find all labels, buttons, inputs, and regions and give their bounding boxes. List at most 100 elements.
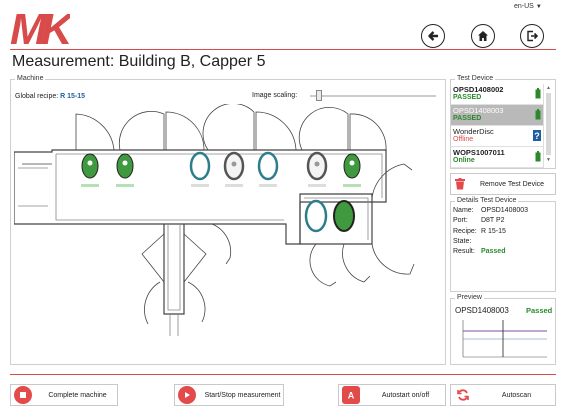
detail-result-value: Passed: [480, 248, 506, 256]
station-passed-3: [343, 153, 361, 179]
test-device-list[interactable]: OPSD1408002 PASSED OPSD1408003 PASSED Wo…: [451, 84, 543, 168]
door-arc: [298, 107, 349, 151]
preview-status: Passed: [526, 306, 553, 315]
exit-icon: [527, 30, 538, 42]
slider-thumb[interactable]: [316, 90, 322, 101]
device-status: Offline: [453, 136, 474, 143]
autoscan-button[interactable]: Autoscan: [450, 384, 556, 406]
svg-text:A: A: [348, 391, 355, 401]
detail-recipe-value: R 15-15: [480, 227, 506, 235]
locale-select[interactable]: en-US ▼: [514, 3, 542, 10]
svg-text:MK: MK: [10, 6, 70, 50]
door-arc: [349, 113, 387, 151]
global-recipe-value: R 15-15: [60, 93, 86, 100]
stop-icon: [14, 386, 32, 404]
detail-port-value: D8T P2: [480, 217, 505, 225]
battery-icon: [535, 109, 541, 120]
remove-test-device-label: Remove Test Device: [479, 180, 545, 188]
question-icon: ?: [533, 130, 541, 141]
machine-diagram: [14, 104, 415, 336]
start-stop-label: Start/Stop measurement: [204, 391, 281, 399]
autoscan-label: Autoscan: [501, 391, 532, 399]
door-arc: [309, 243, 337, 287]
detail-label: Recipe:: [453, 227, 477, 235]
station-active: [333, 200, 355, 232]
door-arc: [255, 111, 297, 151]
door-arc: [118, 110, 165, 151]
details-content: Name: OPSD1408003 Port: D8T P2 Recipe: R…: [453, 206, 528, 257]
home-icon: [478, 31, 488, 41]
test-device-item-selected[interactable]: OPSD1408003 PASSED: [451, 105, 543, 126]
page-title: Measurement: Building B, Capper 5: [12, 53, 266, 70]
machine-legend: Machine: [15, 75, 46, 82]
device-status: PASSED: [453, 94, 482, 101]
battery-icon: [535, 151, 541, 162]
autostart-icon: A: [342, 386, 360, 404]
scroll-up-icon[interactable]: ▲: [544, 84, 553, 92]
door-arc: [371, 163, 413, 199]
test-device-legend: Test Device: [455, 75, 496, 82]
device-status: Online: [453, 157, 475, 164]
station-passed-2: [116, 153, 134, 179]
device-list-scrollbar[interactable]: ▲ ▼: [543, 84, 553, 168]
device-name: OPSD1408003: [453, 106, 504, 115]
detail-label: State:: [453, 237, 472, 245]
autostart-label: Autostart on/off: [381, 391, 430, 399]
home-button[interactable]: [471, 24, 495, 48]
device-status: PASSED: [453, 115, 482, 122]
trash-icon: [451, 178, 469, 190]
station-idle-3: [257, 151, 279, 181]
chevron-down-icon: ▼: [535, 4, 542, 10]
detail-label: Result:: [453, 248, 475, 256]
start-stop-button[interactable]: Start/Stop measurement: [174, 384, 284, 406]
detail-label: Name:: [453, 207, 474, 214]
test-device-item[interactable]: WonderDisc Offline ?: [451, 126, 543, 147]
test-device-item[interactable]: WOPS1007011 Online: [451, 147, 543, 168]
logout-button[interactable]: [520, 24, 544, 48]
preview-device-name: OPSD1408003: [455, 306, 509, 315]
autostart-button[interactable]: A Autostart on/off: [338, 384, 446, 406]
device-name: WonderDisc: [453, 127, 494, 136]
door-arc: [202, 104, 255, 151]
arrow-left-icon: [428, 31, 438, 41]
device-name: WOPS1007011: [453, 148, 505, 157]
back-button[interactable]: [421, 24, 445, 48]
infeed-section: [14, 163, 52, 166]
door-arc: [165, 111, 205, 151]
door-arc: [342, 243, 371, 283]
locale-value: en-US: [514, 3, 534, 10]
door-arc: [371, 243, 415, 275]
complete-machine-button[interactable]: Complete machine: [10, 384, 118, 406]
detail-label: Port:: [453, 217, 468, 225]
image-scaling-slider[interactable]: [310, 95, 436, 97]
preview-legend: Preview: [455, 294, 484, 301]
svg-text:?: ?: [534, 131, 540, 141]
remove-test-device-button[interactable]: Remove Test Device: [450, 173, 556, 195]
scroll-thumb[interactable]: [546, 93, 551, 155]
conveyor: [163, 224, 185, 315]
details-legend: Details Test Device: [455, 197, 519, 204]
footer-divider: [10, 374, 556, 375]
station-idle-5: [304, 199, 328, 233]
battery-icon: [535, 88, 541, 99]
scroll-down-icon[interactable]: ▼: [544, 156, 553, 164]
detail-name-value: OPSD1408003: [480, 207, 529, 214]
door-arc: [183, 233, 207, 284]
device-name: OPSD1408002: [453, 85, 504, 94]
station-passed-1: [81, 153, 99, 179]
play-icon: [178, 386, 196, 404]
global-recipe: Global recipe: R 15-15: [15, 93, 85, 100]
door-arc: [144, 281, 161, 325]
station-idle-1: [189, 151, 211, 181]
test-device-item[interactable]: OPSD1408002 PASSED: [451, 84, 543, 105]
preview-chart: [455, 317, 551, 363]
station-group: [81, 151, 361, 233]
door-arc: [211, 223, 231, 265]
complete-machine-label: Complete machine: [48, 391, 107, 399]
refresh-icon: [454, 386, 472, 404]
door-arc: [187, 281, 206, 323]
image-scaling-label: Image scaling:: [252, 92, 298, 99]
mk-logo: MK: [10, 5, 82, 54]
door-arc: [141, 233, 165, 284]
door-arc: [75, 113, 115, 151]
